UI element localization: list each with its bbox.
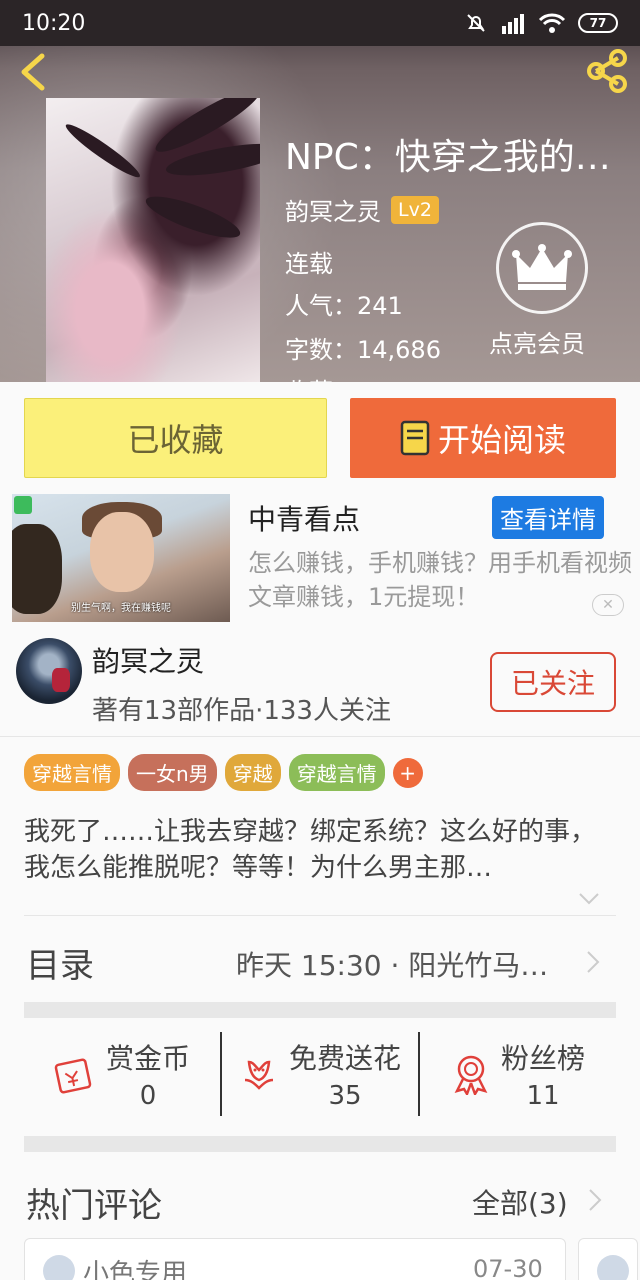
- section-separator: [24, 1136, 616, 1152]
- comment-avatar: [43, 1255, 75, 1280]
- divider: [24, 915, 616, 916]
- status-icons: 77: [464, 11, 618, 35]
- status-time: 10:20: [22, 10, 86, 36]
- book-detail-panel: 已收藏 开始阅读 别生气啊，我在赚钱呢 中青看点 查看详情 怎么赚钱，手机赚钱？…: [0, 382, 640, 1280]
- avatar[interactable]: [16, 638, 82, 704]
- flower-icon: [244, 1060, 274, 1090]
- book-icon: [400, 420, 430, 456]
- red-envelope-icon: [54, 1058, 92, 1094]
- add-tag-button[interactable]: +: [392, 757, 423, 788]
- battery-icon: 77: [578, 13, 618, 33]
- toc-latest-chapter: 昨天 15:30 · 阳光竹马…: [236, 949, 549, 982]
- book-favorites: 收藏：3: [285, 372, 372, 382]
- divider: [0, 736, 640, 737]
- comment-date: 07-30: [473, 1255, 543, 1280]
- stat-label: 免费送花: [288, 1042, 401, 1075]
- tag[interactable]: 穿越言情: [288, 754, 385, 791]
- ad-detail-button[interactable]: 查看详情: [492, 496, 604, 539]
- toc-label: 目录: [26, 946, 94, 986]
- chevron-right-icon: [587, 951, 600, 973]
- start-reading-button[interactable]: 开始阅读: [350, 398, 616, 478]
- stats-row: 赏金币 0 免费送花 35 粉丝榜 11: [24, 1032, 616, 1116]
- chevron-right-icon[interactable]: [588, 1188, 602, 1212]
- vip-button[interactable]: 点亮会员: [489, 222, 592, 362]
- stat-value: 11: [526, 1081, 560, 1111]
- comment-user: 小色专用: [83, 1259, 188, 1280]
- author-stats: 著有13部作品·133人关注: [92, 696, 391, 726]
- book-word-count: 字数：14,686: [285, 336, 441, 364]
- table-of-contents-row[interactable]: 目录 昨天 15:30 · 阳光竹马…: [0, 918, 640, 1000]
- status-bar: 10:20 77: [0, 0, 640, 46]
- avatar-detail: [52, 668, 70, 692]
- section-separator: [24, 1002, 616, 1018]
- ad-image-detail: [90, 512, 154, 592]
- fan-ranking-stat[interactable]: 粉丝榜 11: [418, 1032, 616, 1116]
- author-row: 韵冥之灵 Lv2: [285, 192, 439, 227]
- back-arrow-icon[interactable]: [14, 52, 54, 92]
- ad-close-icon[interactable]: ✕: [592, 594, 624, 616]
- start-reading-label: 开始阅读: [437, 421, 566, 459]
- collected-button[interactable]: 已收藏: [24, 398, 327, 478]
- crown-icon: [512, 244, 572, 290]
- ad-image[interactable]: 别生气啊，我在赚钱呢: [12, 494, 230, 622]
- stat-value: 35: [328, 1081, 362, 1111]
- hot-comments-title: 热门评论: [26, 1186, 162, 1226]
- author-name: 韵冥之灵: [92, 645, 205, 678]
- reward-coins-stat[interactable]: 赏金币 0: [24, 1032, 220, 1116]
- wifi-icon: [538, 13, 566, 33]
- mute-bell-icon: [467, 14, 485, 32]
- ad-description: 怎么赚钱，手机赚钱？用手机看视频文章赚钱，1元提现！: [248, 549, 632, 611]
- book-status: 连载: [285, 250, 333, 278]
- comment-card[interactable]: [578, 1238, 638, 1280]
- cover-art-detail: [141, 188, 245, 246]
- share-icon[interactable]: [584, 48, 630, 94]
- level-badge: Lv2: [391, 195, 439, 224]
- book-title: NPC：快穿之我的…: [285, 137, 611, 178]
- ad-image-caption: 别生气啊，我在赚钱呢: [71, 603, 171, 614]
- book-header: 10:20 77 NPC：快穿之我的… 韵冥之灵 Lv2 连载 人气：241 字…: [0, 0, 640, 382]
- chevron-down-icon[interactable]: [578, 892, 600, 906]
- comment-card[interactable]: 小色专用 07-30: [24, 1238, 566, 1280]
- signal-icon: [502, 14, 524, 34]
- ad-title: 中青看点: [248, 503, 361, 536]
- all-comments-link[interactable]: 全部(3): [472, 1182, 568, 1222]
- ad-logo-icon: [14, 496, 32, 514]
- tag[interactable]: 一女n男: [128, 754, 217, 791]
- stat-text: 粉丝榜 11: [501, 1037, 585, 1111]
- vip-circle: [496, 222, 588, 314]
- free-flowers-stat[interactable]: 免费送花 35: [220, 1032, 418, 1116]
- medal-icon: [454, 1055, 488, 1095]
- stat-text: 赏金币 0: [106, 1037, 190, 1111]
- stat-label: 粉丝榜: [500, 1042, 585, 1075]
- stat-label: 赏金币: [105, 1042, 190, 1075]
- author-card[interactable]: 韵冥之灵 著有13部作品·133人关注 已关注: [0, 634, 640, 734]
- tag[interactable]: 穿越: [224, 754, 281, 791]
- stat-text: 免费送花 35: [289, 1037, 401, 1111]
- cover-art-detail: [61, 119, 144, 183]
- vip-label: 点亮会员: [489, 330, 585, 358]
- book-popularity: 人气：241: [285, 292, 403, 320]
- book-cover[interactable]: [46, 98, 260, 382]
- follow-button[interactable]: 已关注: [490, 652, 616, 712]
- comment-avatar: [597, 1255, 629, 1280]
- synopsis[interactable]: 我死了……让我去穿越？绑定系统？这么好的事，我怎么能推脱呢？等等！为什么男主那…: [24, 814, 616, 886]
- tag[interactable]: 穿越言情: [24, 754, 120, 791]
- ad-banner[interactable]: 别生气啊，我在赚钱呢 中青看点 查看详情 怎么赚钱，手机赚钱？用手机看视频文章赚…: [12, 494, 632, 624]
- stat-value: 0: [139, 1081, 157, 1111]
- tag-list: 穿越言情 一女n男 穿越 穿越言情 +: [24, 754, 423, 791]
- book-author[interactable]: 韵冥之灵: [285, 192, 381, 227]
